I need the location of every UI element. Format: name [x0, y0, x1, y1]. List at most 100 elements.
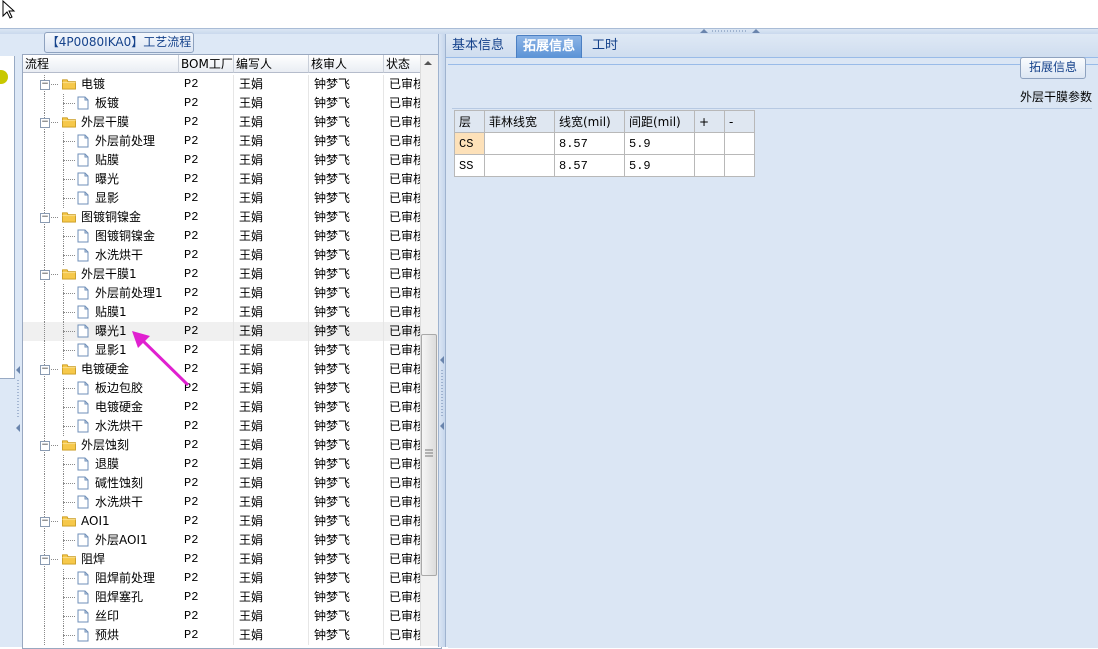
params-cell-layer[interactable]: CS: [454, 132, 485, 155]
params-cell-spacing[interactable]: 5.9: [624, 132, 695, 155]
collapse-node-icon[interactable]: −: [40, 80, 50, 90]
tree-row[interactable]: 贴膜1 P2 王娟 钟梦飞 已审核: [23, 303, 424, 322]
params-cell-line-width[interactable]: 8.57: [554, 154, 625, 177]
tree-node-label[interactable]: 外层蚀刻: [81, 436, 129, 455]
tree-row[interactable]: 曝光 P2 王娟 钟梦飞 已审核: [23, 170, 424, 189]
collapse-node-icon[interactable]: −: [40, 118, 50, 128]
params-cell-spacing[interactable]: 5.9: [624, 154, 695, 177]
tree-row[interactable]: − AOI1 P2 王娟 钟梦飞 已审核: [23, 512, 424, 531]
tree-node-label[interactable]: 贴膜1: [95, 303, 127, 322]
tree-row[interactable]: 水洗烘干 P2 王娟 钟梦飞 已审核: [23, 493, 424, 512]
tree-row[interactable]: 显影 P2 王娟 钟梦飞 已审核: [23, 189, 424, 208]
params-cell-film-width[interactable]: [484, 154, 555, 177]
collapse-node-icon[interactable]: −: [40, 517, 50, 527]
tree-node-label[interactable]: 外层AOI1: [95, 531, 148, 550]
tree-node-label[interactable]: 显影1: [95, 341, 127, 360]
tree-node-label[interactable]: 丝印: [95, 607, 119, 626]
params-cell-film-width[interactable]: [484, 132, 555, 155]
reviewer-cell: 钟梦飞: [309, 417, 384, 436]
tree-node-label[interactable]: 电镀硬金: [81, 360, 129, 379]
tab-extended-info[interactable]: 拓展信息: [516, 35, 583, 58]
tree-node-label[interactable]: 水洗烘干: [95, 493, 143, 512]
tree-guide-line: [63, 426, 75, 427]
tree-node-label[interactable]: 贴膜: [95, 151, 119, 170]
tree-row[interactable]: 碱性蚀刻 P2 王娟 钟梦飞 已审核: [23, 474, 424, 493]
column-header-status[interactable]: 状态: [384, 55, 424, 73]
tree-node-label[interactable]: 外层前处理: [95, 132, 155, 151]
tab-basic-info[interactable]: 基本信息: [446, 35, 510, 57]
tree-row[interactable]: − 电镀硬金 P2 王娟 钟梦飞 已审核: [23, 360, 424, 379]
status-cell: 已审核: [384, 208, 424, 227]
tree-node-label[interactable]: AOI1: [81, 512, 110, 531]
tree-row[interactable]: 阻焊前处理 P2 王娟 钟梦飞 已审核: [23, 569, 424, 588]
tree-row[interactable]: − 外层蚀刻 P2 王娟 钟梦飞 已审核: [23, 436, 424, 455]
tree-node-label[interactable]: 曝光: [95, 170, 119, 189]
tree-row[interactable]: − 外层干膜 P2 王娟 钟梦飞 已审核: [23, 113, 424, 132]
tree-node-label[interactable]: 水洗烘干: [95, 246, 143, 265]
vertical-splitter[interactable]: [438, 34, 446, 647]
tree-node-label[interactable]: 图镀铜镍金: [95, 227, 155, 246]
tree-node-label[interactable]: 预烘: [95, 626, 119, 645]
tree-row[interactable]: 板边包胶 P2 王娟 钟梦飞 已审核: [23, 379, 424, 398]
column-header-writer[interactable]: 编写人: [234, 55, 309, 73]
collapse-left-icon[interactable]: [15, 366, 21, 436]
tree-row[interactable]: 水洗烘干 P2 王娟 钟梦飞 已审核: [23, 246, 424, 265]
collapse-node-icon[interactable]: −: [40, 213, 50, 223]
tree-node-label[interactable]: 水洗烘干: [95, 417, 143, 436]
tree-node-label[interactable]: 板镀: [95, 94, 119, 113]
tree-node-label[interactable]: 阻焊前处理: [95, 569, 155, 588]
params-cell-minus[interactable]: [724, 132, 755, 155]
tree-row[interactable]: 外层前处理 P2 王娟 钟梦飞 已审核: [23, 132, 424, 151]
tab-work-hours[interactable]: 工时: [586, 35, 624, 57]
column-header-flow[interactable]: 流程: [23, 55, 179, 73]
tree-row[interactable]: − 阻焊 P2 王娟 钟梦飞 已审核: [23, 550, 424, 569]
tree-row[interactable]: 板镀 P2 王娟 钟梦飞 已审核: [23, 94, 424, 113]
collapse-node-icon[interactable]: −: [40, 441, 50, 451]
tree-node-label[interactable]: 外层前处理1: [95, 284, 163, 303]
tree-row[interactable]: 外层前处理1 P2 王娟 钟梦飞 已审核: [23, 284, 424, 303]
tree-row[interactable]: 电镀硬金 P2 王娟 钟梦飞 已审核: [23, 398, 424, 417]
collapse-node-icon[interactable]: −: [40, 270, 50, 280]
tree-node-label[interactable]: 曝光1: [95, 322, 127, 341]
tree-row[interactable]: 外层AOI1 P2 王娟 钟梦飞 已审核: [23, 531, 424, 550]
tree-node-label[interactable]: 图镀铜镍金: [81, 208, 141, 227]
collapse-node-icon[interactable]: −: [40, 555, 50, 565]
scroll-up-arrow-icon[interactable]: [421, 58, 435, 68]
tree-node-label[interactable]: 电镀硬金: [95, 398, 143, 417]
tree-row[interactable]: 预烘 P2 王娟 钟梦飞 已审核: [23, 626, 424, 645]
tree-row[interactable]: − 电镀 P2 王娟 钟梦飞 已审核: [23, 75, 424, 94]
tree-node-label[interactable]: 外层干膜1: [81, 265, 137, 284]
tree-row[interactable]: 丝印 P2 王娟 钟梦飞 已审核: [23, 607, 424, 626]
tree-node-label[interactable]: 电镀: [81, 75, 105, 94]
tree-row[interactable]: 图镀铜镍金 P2 王娟 钟梦飞 已审核: [23, 227, 424, 246]
collapse-node-icon[interactable]: −: [40, 365, 50, 375]
column-header-bom[interactable]: BOM工厂: [179, 55, 234, 73]
folder-icon: [62, 364, 76, 375]
tree-node-label[interactable]: 显影: [95, 189, 119, 208]
tree-node-label[interactable]: 阻焊塞孔: [95, 588, 143, 607]
tree-node-label[interactable]: 外层干膜: [81, 113, 129, 132]
vertical-splitter-grip-icon[interactable]: [439, 356, 445, 432]
tree-node-label[interactable]: 退膜: [95, 455, 119, 474]
tree-node-label[interactable]: 阻焊: [81, 550, 105, 569]
status-cell: 已审核: [384, 531, 424, 550]
column-header-reviewer[interactable]: 核审人: [309, 55, 384, 73]
tree-row[interactable]: 阻焊塞孔 P2 王娟 钟梦飞 已审核: [23, 588, 424, 607]
tree-row[interactable]: 贴膜 P2 王娟 钟梦飞 已审核: [23, 151, 424, 170]
params-cell-minus[interactable]: [724, 154, 755, 177]
extended-info-button[interactable]: 拓展信息: [1020, 57, 1086, 79]
params-cell-plus[interactable]: [694, 132, 725, 155]
params-cell-line-width[interactable]: 8.57: [554, 132, 625, 155]
tree-node-label[interactable]: 碱性蚀刻: [95, 474, 143, 493]
add-column-button[interactable]: +: [694, 110, 725, 133]
tree-row[interactable]: − 图镀铜镍金 P2 王娟 钟梦飞 已审核: [23, 208, 424, 227]
tree-row[interactable]: 显影1 P2 王娟 钟梦飞 已审核: [23, 341, 424, 360]
params-cell-layer[interactable]: SS: [454, 154, 485, 177]
params-cell-plus[interactable]: [694, 154, 725, 177]
tree-row[interactable]: 退膜 P2 王娟 钟梦飞 已审核: [23, 455, 424, 474]
tree-row[interactable]: 水洗烘干 P2 王娟 钟梦飞 已审核: [23, 417, 424, 436]
scrollbar-thumb[interactable]: [421, 334, 437, 576]
tree-row[interactable]: − 外层干膜1 P2 王娟 钟梦飞 已审核: [23, 265, 424, 284]
remove-column-button[interactable]: -: [724, 110, 755, 133]
tree-row[interactable]: 曝光1 P2 王娟 钟梦飞 已审核: [23, 322, 424, 341]
